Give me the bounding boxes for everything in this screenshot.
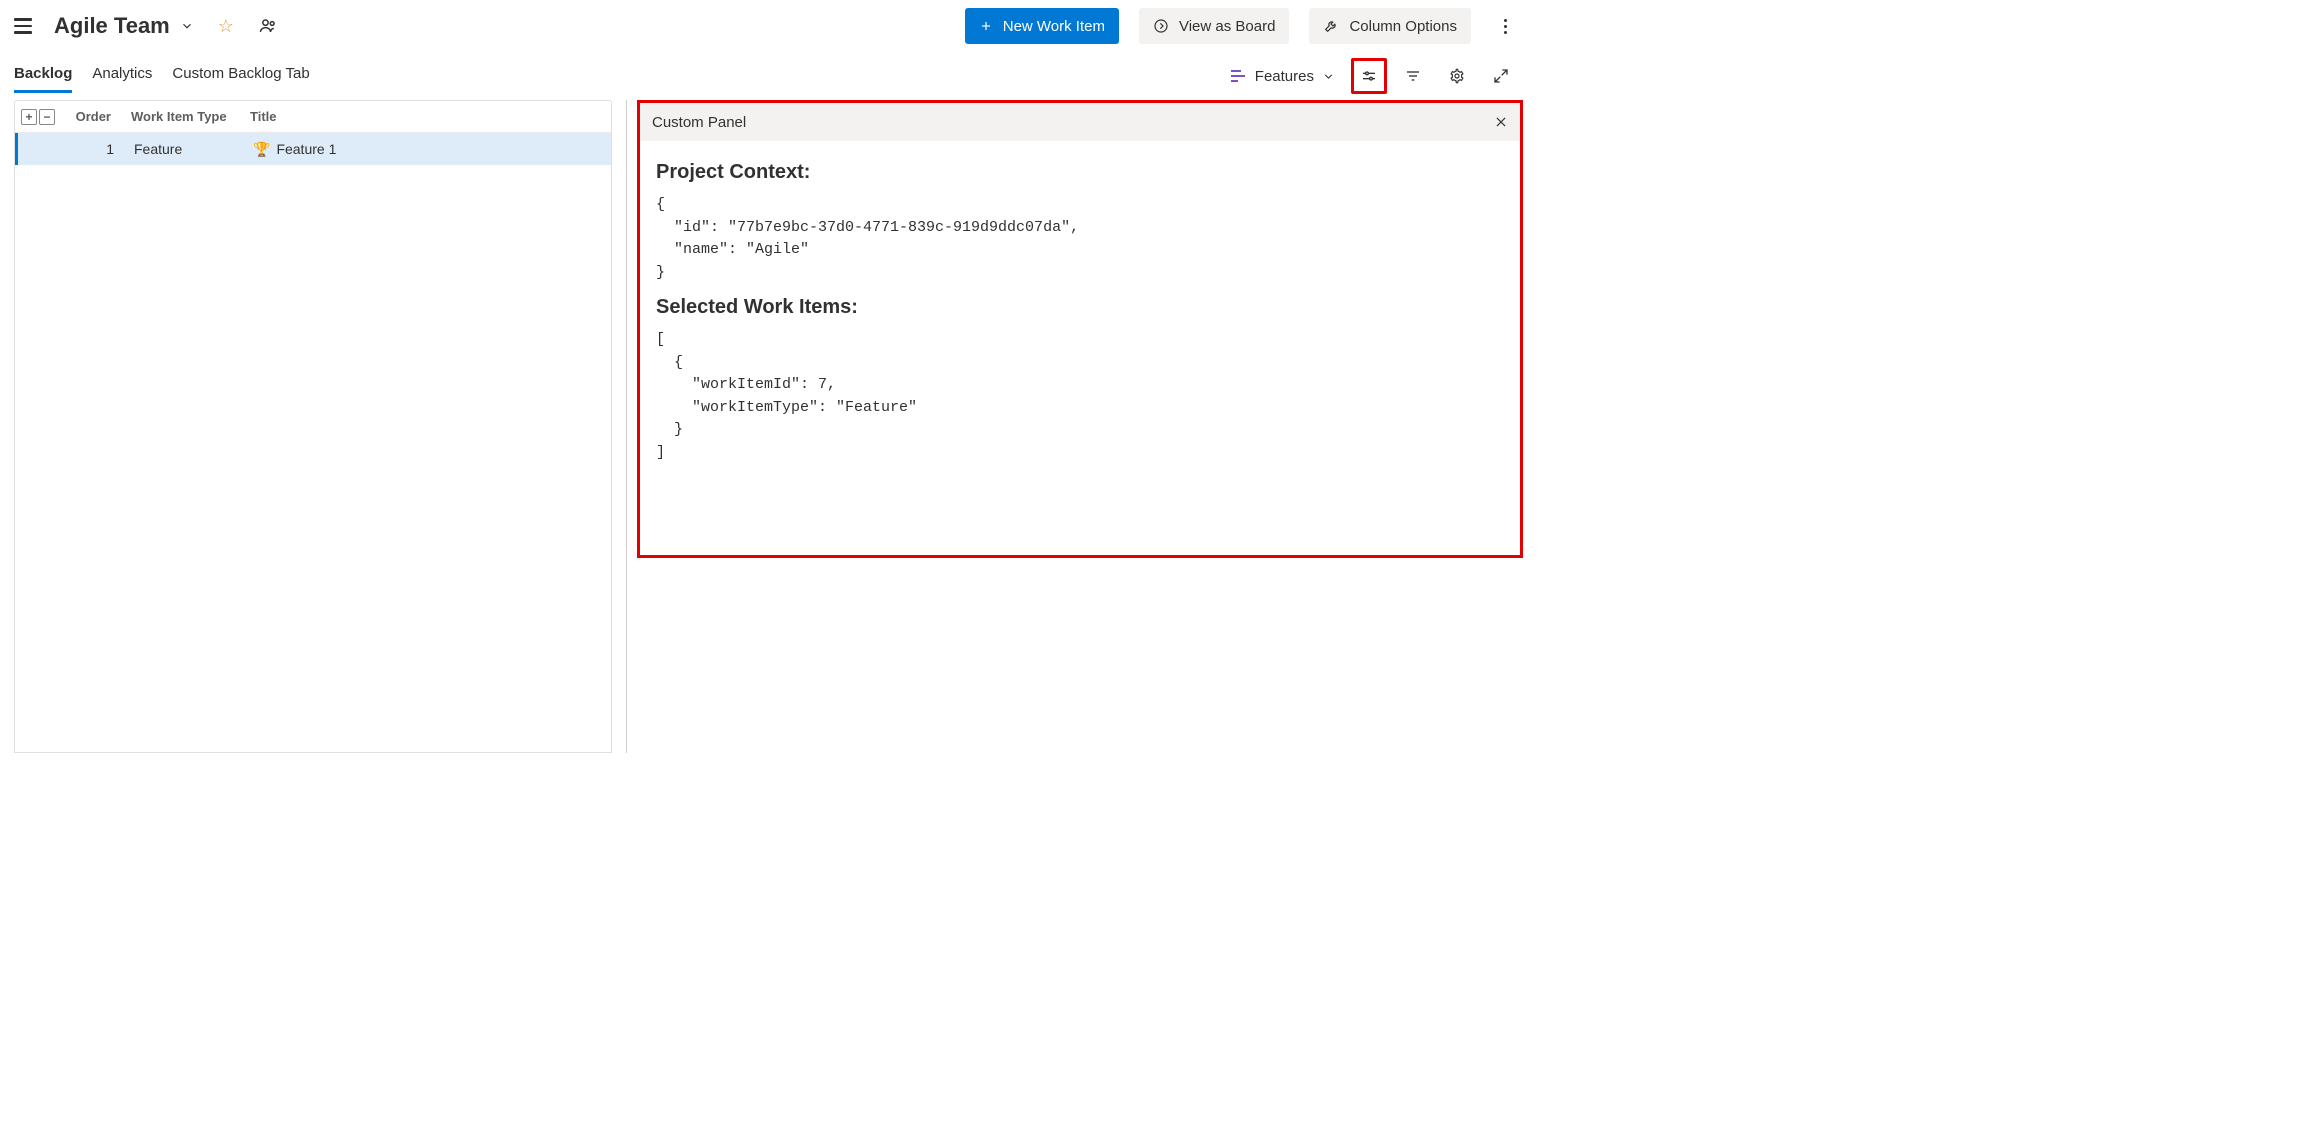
- view-as-board-button[interactable]: View as Board: [1139, 8, 1289, 44]
- table-row[interactable]: 1 Feature 🏆 Feature 1: [15, 133, 611, 165]
- backlog-grid: + − Order Work Item Type Title 1 Feature…: [14, 100, 612, 753]
- fullscreen-button[interactable]: [1483, 58, 1519, 94]
- cell-title-text: Feature 1: [276, 141, 336, 157]
- wrench-icon: [1323, 18, 1339, 34]
- backlog-level-selector[interactable]: Features: [1223, 64, 1343, 89]
- project-context-heading: Project Context:: [656, 161, 1504, 184]
- chevron-down-icon: [180, 19, 194, 33]
- hamburger-menu-icon[interactable]: [14, 14, 38, 38]
- column-options-button[interactable]: Column Options: [1309, 8, 1471, 44]
- expand-icon: [1493, 68, 1509, 84]
- project-context-json: { "id": "77b7e9bc-37d0-4771-839c-919d9dd…: [656, 194, 1504, 284]
- cell-type: Feature: [128, 141, 243, 157]
- favorite-star-icon[interactable]: ☆: [218, 16, 234, 37]
- custom-panel: Custom Panel Project Context: { "id": "7…: [637, 100, 1523, 558]
- new-work-item-button[interactable]: New Work Item: [965, 8, 1119, 44]
- sliders-icon: [1361, 68, 1377, 84]
- close-panel-button[interactable]: [1494, 115, 1508, 129]
- col-header-title[interactable]: Title: [240, 109, 611, 124]
- backlog-level-icon: [1231, 69, 1247, 83]
- new-work-item-label: New Work Item: [1003, 18, 1105, 35]
- backlog-level-label: Features: [1255, 68, 1314, 85]
- tab-custom-backlog[interactable]: Custom Backlog Tab: [172, 59, 309, 93]
- team-picker[interactable]: Agile Team: [54, 13, 194, 39]
- close-icon: [1494, 115, 1508, 129]
- column-options-label: Column Options: [1349, 18, 1457, 35]
- chevron-down-icon: [1322, 70, 1335, 83]
- team-members-icon[interactable]: [258, 16, 278, 36]
- more-actions-button[interactable]: [1491, 19, 1519, 34]
- arrow-circle-icon: [1153, 18, 1169, 34]
- view-as-board-label: View as Board: [1179, 18, 1275, 35]
- tab-backlog[interactable]: Backlog: [14, 59, 72, 93]
- grid-header-row: + − Order Work Item Type Title: [15, 101, 611, 133]
- panel-title: Custom Panel: [652, 114, 746, 131]
- plus-icon: [979, 19, 993, 33]
- settings-button[interactable]: [1439, 58, 1475, 94]
- gear-icon: [1449, 68, 1465, 84]
- cell-title: 🏆 Feature 1: [243, 141, 611, 158]
- tab-analytics[interactable]: Analytics: [92, 59, 152, 93]
- cell-order: 1: [68, 141, 128, 157]
- sub-toolbar: Backlog Analytics Custom Backlog Tab Fea…: [0, 52, 1533, 96]
- side-panel-toggle-button[interactable]: [1351, 58, 1387, 94]
- trophy-icon: 🏆: [253, 141, 270, 157]
- page-header: Agile Team ☆ New Work Item View as Board…: [0, 0, 1533, 52]
- panel-header: Custom Panel: [640, 103, 1520, 141]
- kebab-icon: [1504, 19, 1507, 34]
- filter-icon: [1405, 68, 1421, 84]
- backlog-tabs: Backlog Analytics Custom Backlog Tab: [14, 59, 310, 93]
- team-name: Agile Team: [54, 13, 170, 39]
- expand-all-button[interactable]: +: [21, 109, 37, 125]
- filter-button[interactable]: [1395, 58, 1431, 94]
- col-header-type[interactable]: Work Item Type: [125, 109, 240, 124]
- selected-items-heading: Selected Work Items:: [656, 296, 1504, 319]
- main-content: + − Order Work Item Type Title 1 Feature…: [0, 96, 1533, 753]
- side-panel-container: Custom Panel Project Context: { "id": "7…: [627, 96, 1533, 753]
- panel-body: Project Context: { "id": "77b7e9bc-37d0-…: [640, 141, 1520, 555]
- collapse-all-button[interactable]: −: [39, 109, 55, 125]
- col-header-order[interactable]: Order: [65, 109, 125, 124]
- selected-items-json: [ { "workItemId": 7, "workItemType": "Fe…: [656, 329, 1504, 464]
- backlog-grid-container: + − Order Work Item Type Title 1 Feature…: [0, 96, 612, 753]
